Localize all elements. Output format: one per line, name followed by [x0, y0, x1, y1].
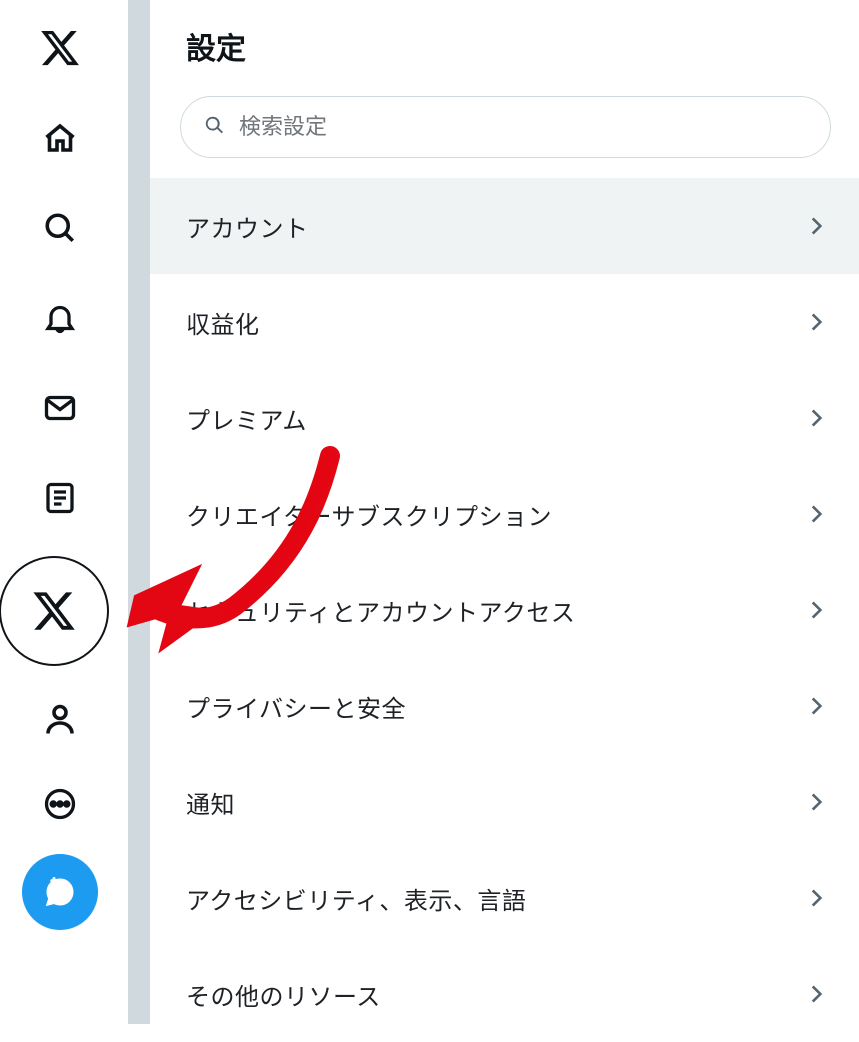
settings-item-label: 収益化 — [186, 305, 260, 340]
chevron-right-icon — [803, 597, 829, 623]
settings-item-security[interactable]: セキュリティとアカウントアクセス — [150, 562, 859, 658]
search-nav-icon[interactable] — [28, 196, 92, 260]
more-icon[interactable] — [28, 772, 92, 836]
compose-button[interactable] — [22, 854, 98, 930]
settings-item-account[interactable]: アカウント — [150, 178, 859, 274]
settings-item-resources[interactable]: その他のリソース — [150, 946, 859, 1042]
chevron-right-icon — [803, 213, 829, 239]
home-icon[interactable] — [28, 106, 92, 170]
page-title: 設定 — [150, 14, 859, 96]
chevron-right-icon — [803, 981, 829, 1007]
account-switcher-icon[interactable] — [0, 556, 109, 666]
vertical-divider — [128, 0, 150, 1024]
settings-panel: 設定 アカウント 収益化 プレミアム クリエイターサブスクリプション セキュリテ… — [150, 0, 859, 1024]
search-input[interactable] — [239, 114, 808, 140]
settings-item-accessibility[interactable]: アクセシビリティ、表示、言語 — [150, 850, 859, 946]
settings-item-label: クリエイターサブスクリプション — [186, 497, 552, 532]
chevron-right-icon — [803, 693, 829, 719]
settings-item-label: プレミアム — [186, 401, 307, 436]
notifications-icon[interactable] — [28, 286, 92, 350]
settings-item-label: セキュリティとアカウントアクセス — [186, 593, 575, 628]
left-sidebar — [0, 0, 120, 1024]
chevron-right-icon — [803, 885, 829, 911]
settings-item-label: アクセシビリティ、表示、言語 — [186, 881, 526, 916]
settings-item-creator-subs[interactable]: クリエイターサブスクリプション — [150, 466, 859, 562]
chevron-right-icon — [803, 405, 829, 431]
settings-search-field[interactable] — [180, 96, 831, 158]
chevron-right-icon — [803, 789, 829, 815]
messages-icon[interactable] — [28, 376, 92, 440]
settings-item-notifications[interactable]: 通知 — [150, 754, 859, 850]
profile-icon[interactable] — [28, 688, 92, 752]
settings-item-label: プライバシーと安全 — [186, 689, 406, 724]
settings-item-label: その他のリソース — [186, 977, 381, 1012]
x-logo-icon[interactable] — [28, 16, 92, 80]
chevron-right-icon — [803, 309, 829, 335]
settings-item-privacy[interactable]: プライバシーと安全 — [150, 658, 859, 754]
lists-icon[interactable] — [28, 466, 92, 530]
settings-item-premium[interactable]: プレミアム — [150, 370, 859, 466]
settings-item-monetization[interactable]: 収益化 — [150, 274, 859, 370]
settings-list: アカウント 収益化 プレミアム クリエイターサブスクリプション セキュリティとア… — [150, 178, 859, 1042]
settings-item-label: アカウント — [186, 209, 309, 244]
settings-item-label: 通知 — [186, 785, 235, 820]
chevron-right-icon — [803, 501, 829, 527]
search-icon — [203, 114, 239, 140]
